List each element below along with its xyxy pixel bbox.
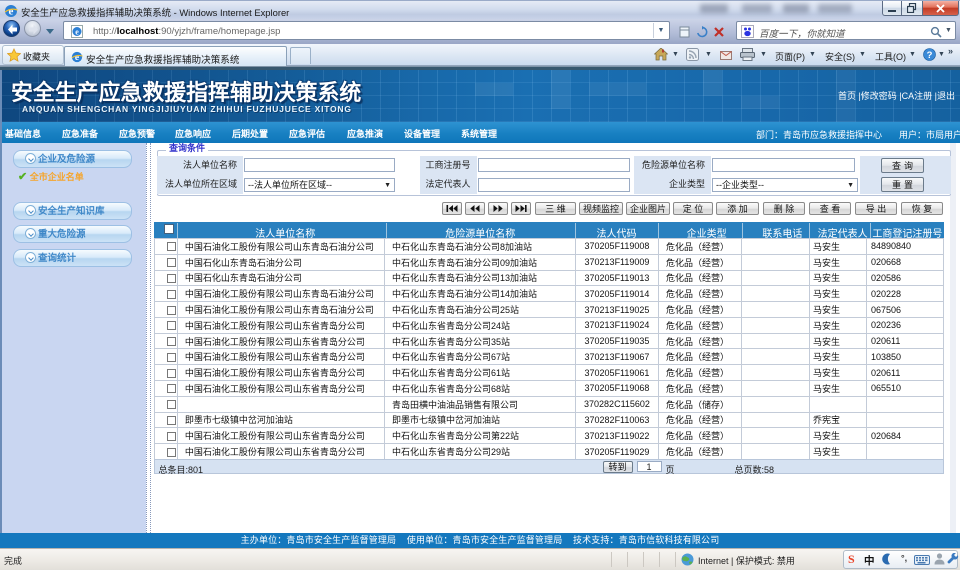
svg-text:?: ? bbox=[927, 50, 933, 61]
svg-text:e: e bbox=[75, 28, 79, 37]
svg-text:e: e bbox=[75, 53, 79, 63]
svg-text:e: e bbox=[9, 6, 14, 18]
